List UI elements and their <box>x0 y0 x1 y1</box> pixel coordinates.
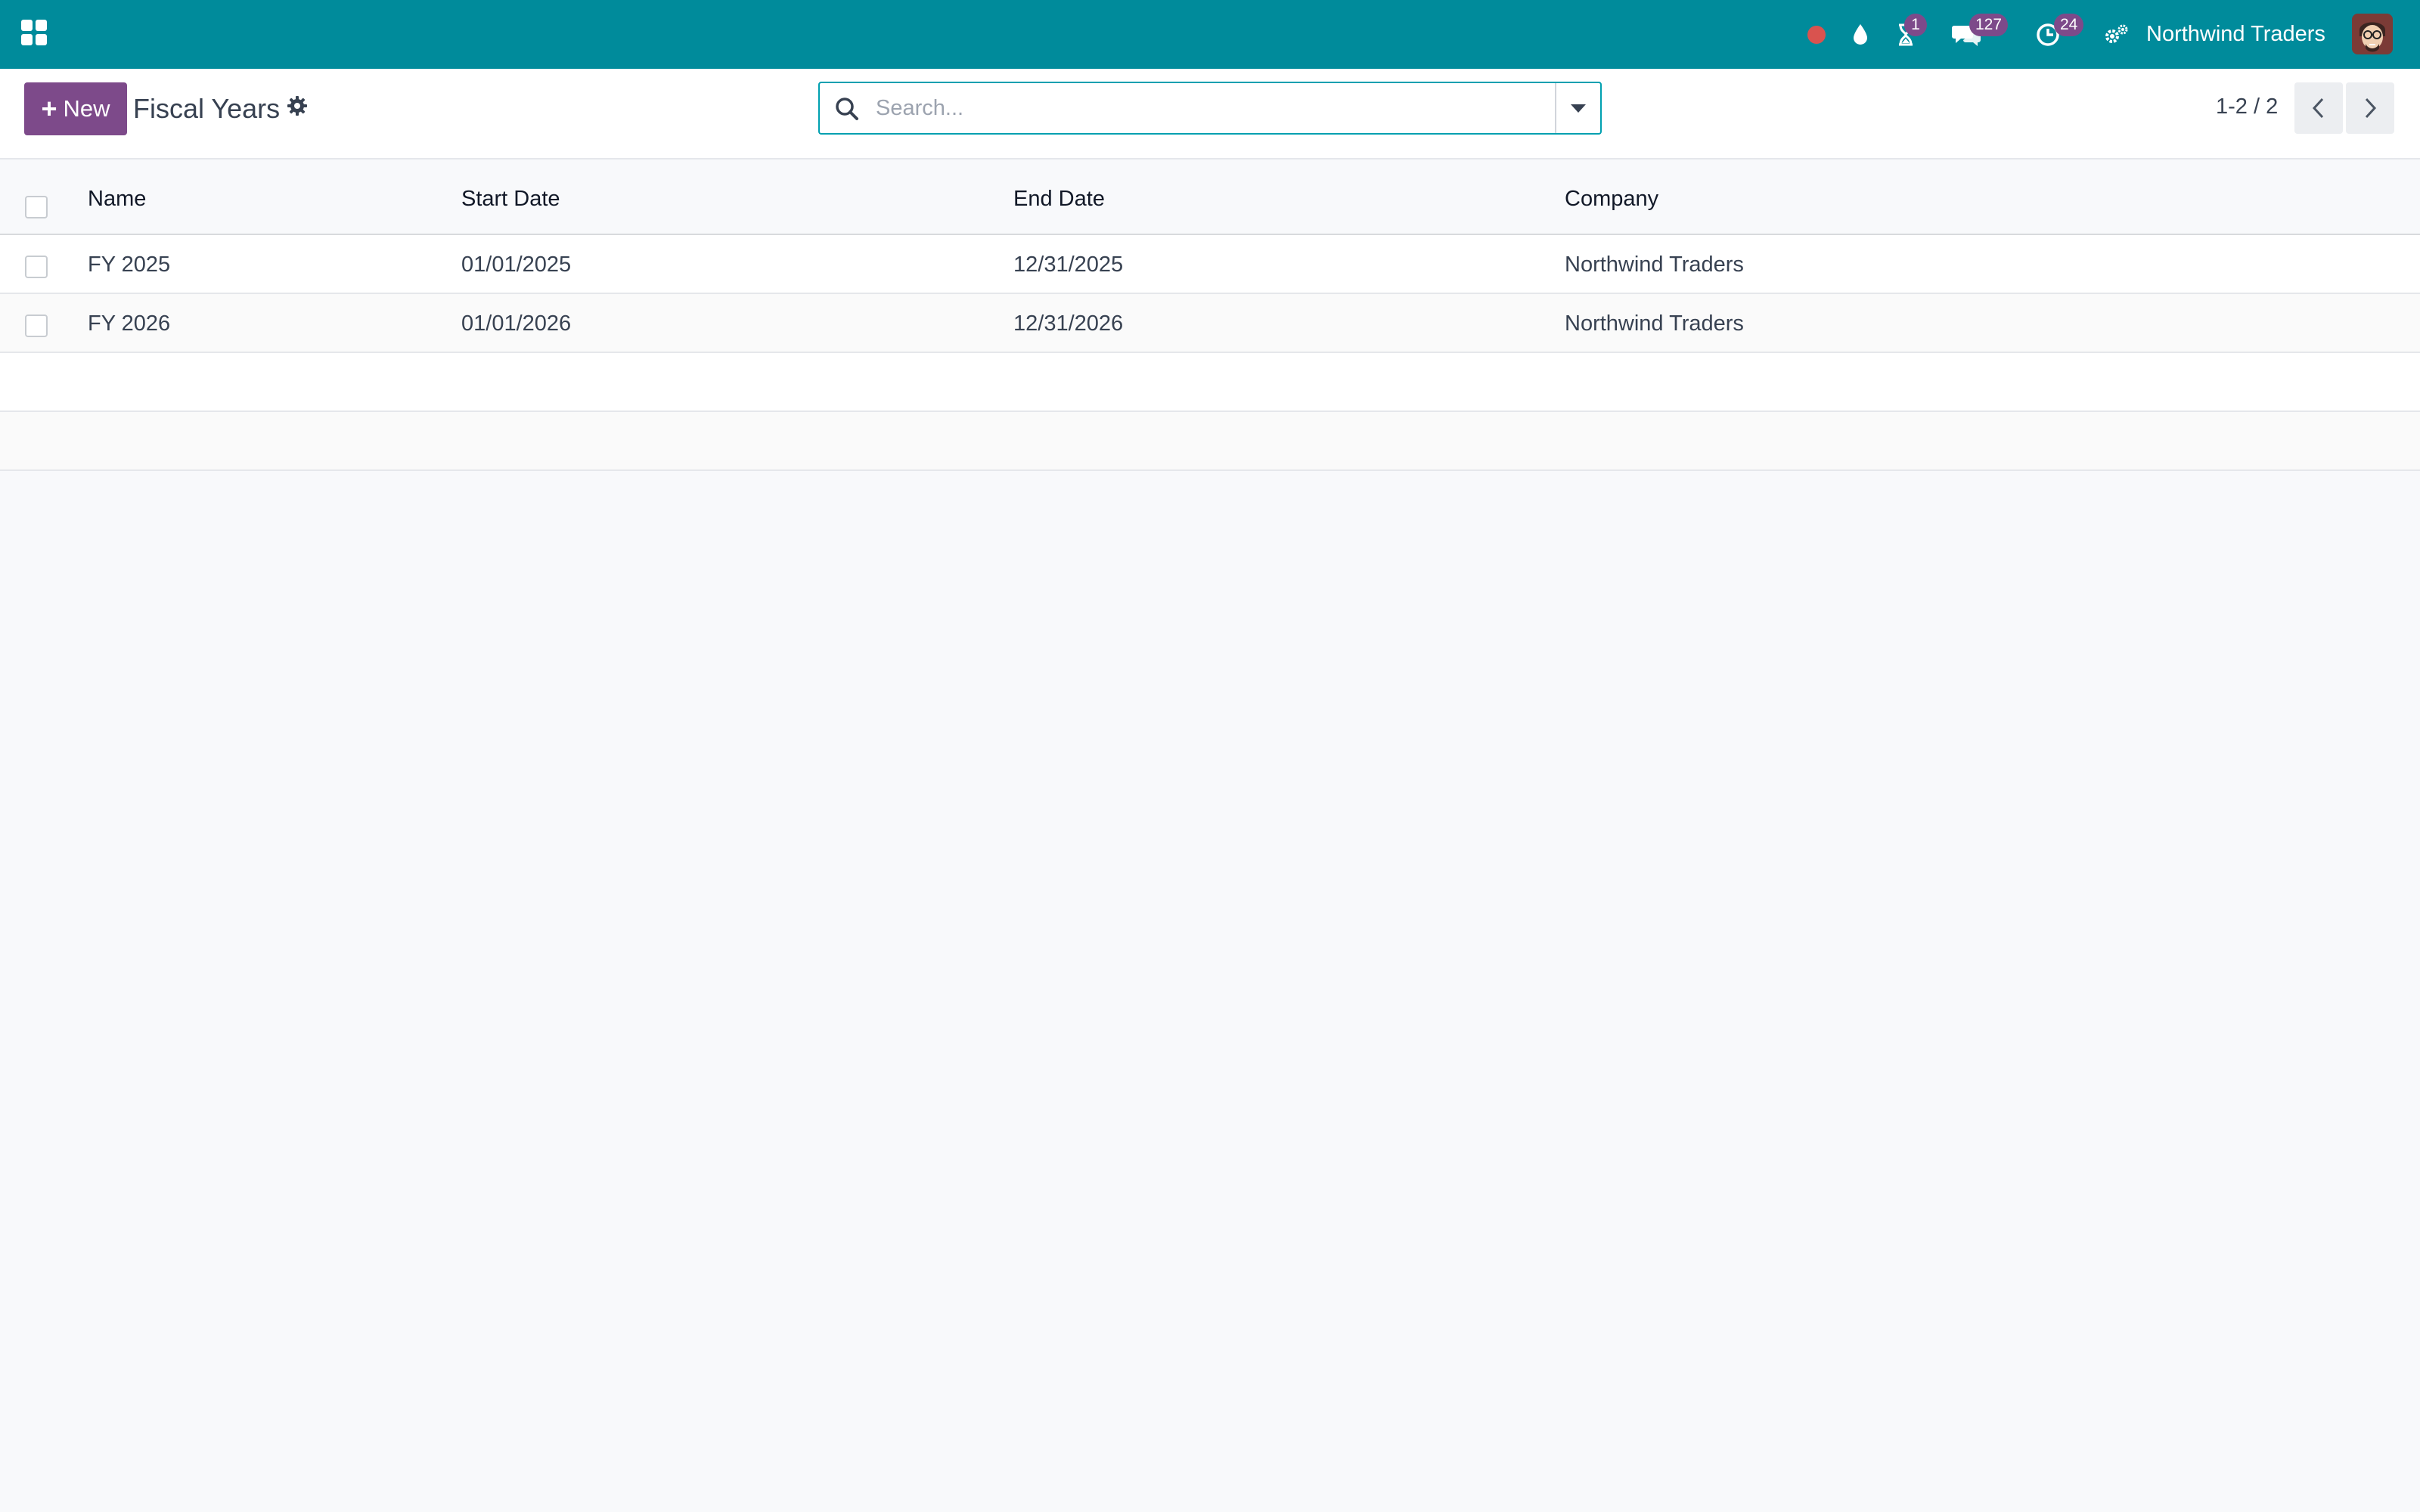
caret-down-icon <box>1571 104 1586 113</box>
search-icon <box>833 95 861 122</box>
top-navbar: 1 127 24 Northwind Traders <box>0 0 2420 69</box>
search-input[interactable] <box>876 89 1526 127</box>
column-header-name[interactable]: Name <box>88 187 146 212</box>
drop-icon[interactable] <box>1845 0 1876 69</box>
record-indicator-icon[interactable] <box>1801 0 1832 69</box>
column-header-start-date[interactable]: Start Date <box>461 187 560 212</box>
cell-end-date: 12/31/2025 <box>1013 253 1124 277</box>
settings-gears-icon[interactable] <box>2099 0 2133 69</box>
new-button[interactable]: + New <box>24 82 127 135</box>
activities-badge: 1 <box>1904 14 1927 36</box>
user-avatar[interactable] <box>2352 14 2393 54</box>
column-header-company[interactable]: Company <box>1565 187 1658 212</box>
cell-end-date: 12/31/2026 <box>1013 311 1124 336</box>
pager-value[interactable]: 1-2 / 2 <box>2216 94 2278 119</box>
empty-row <box>0 353 2420 412</box>
new-button-label: New <box>63 95 110 122</box>
apps-menu-icon[interactable] <box>21 20 48 47</box>
cell-start-date: 01/01/2025 <box>461 253 572 277</box>
search-options-toggle[interactable] <box>1555 83 1600 133</box>
pager-previous-button[interactable] <box>2294 82 2343 134</box>
company-name: Northwind Traders <box>2146 22 2325 46</box>
page-title: Fiscal Years <box>133 93 281 124</box>
column-header-end-date[interactable]: End Date <box>1013 187 1105 212</box>
gear-icon[interactable] <box>286 94 312 120</box>
search-bar <box>818 82 1602 135</box>
chevron-right-icon <box>2365 98 2377 119</box>
table-header: Name Start Date End Date Company <box>0 161 2420 235</box>
cell-start-date: 01/01/2026 <box>461 311 572 336</box>
select-all-checkbox[interactable] <box>25 196 48 218</box>
plus-icon: + <box>41 93 57 124</box>
empty-row <box>0 412 2420 471</box>
cell-name: FY 2025 <box>88 253 171 277</box>
row-checkbox[interactable] <box>25 256 48 278</box>
cell-name: FY 2026 <box>88 311 171 336</box>
messages-badge: 127 <box>1969 14 2009 36</box>
chevron-left-icon <box>2312 98 2324 119</box>
fiscal-years-list: Name Start Date End Date Company FY 2025… <box>0 161 2420 471</box>
cell-company: Northwind Traders <box>1565 311 1744 336</box>
table-row[interactable]: FY 2026 01/01/2026 12/31/2026 Northwind … <box>0 294 2420 353</box>
control-panel: + New Fiscal Years 1-2 <box>0 69 2420 160</box>
timesheet-badge: 24 <box>2054 14 2084 36</box>
cell-company: Northwind Traders <box>1565 253 1744 277</box>
pager-next-button[interactable] <box>2346 82 2394 134</box>
row-checkbox[interactable] <box>25 314 48 337</box>
company-switcher[interactable]: Northwind Traders <box>2146 0 2325 69</box>
table-row[interactable]: FY 2025 01/01/2025 12/31/2025 Northwind … <box>0 235 2420 294</box>
